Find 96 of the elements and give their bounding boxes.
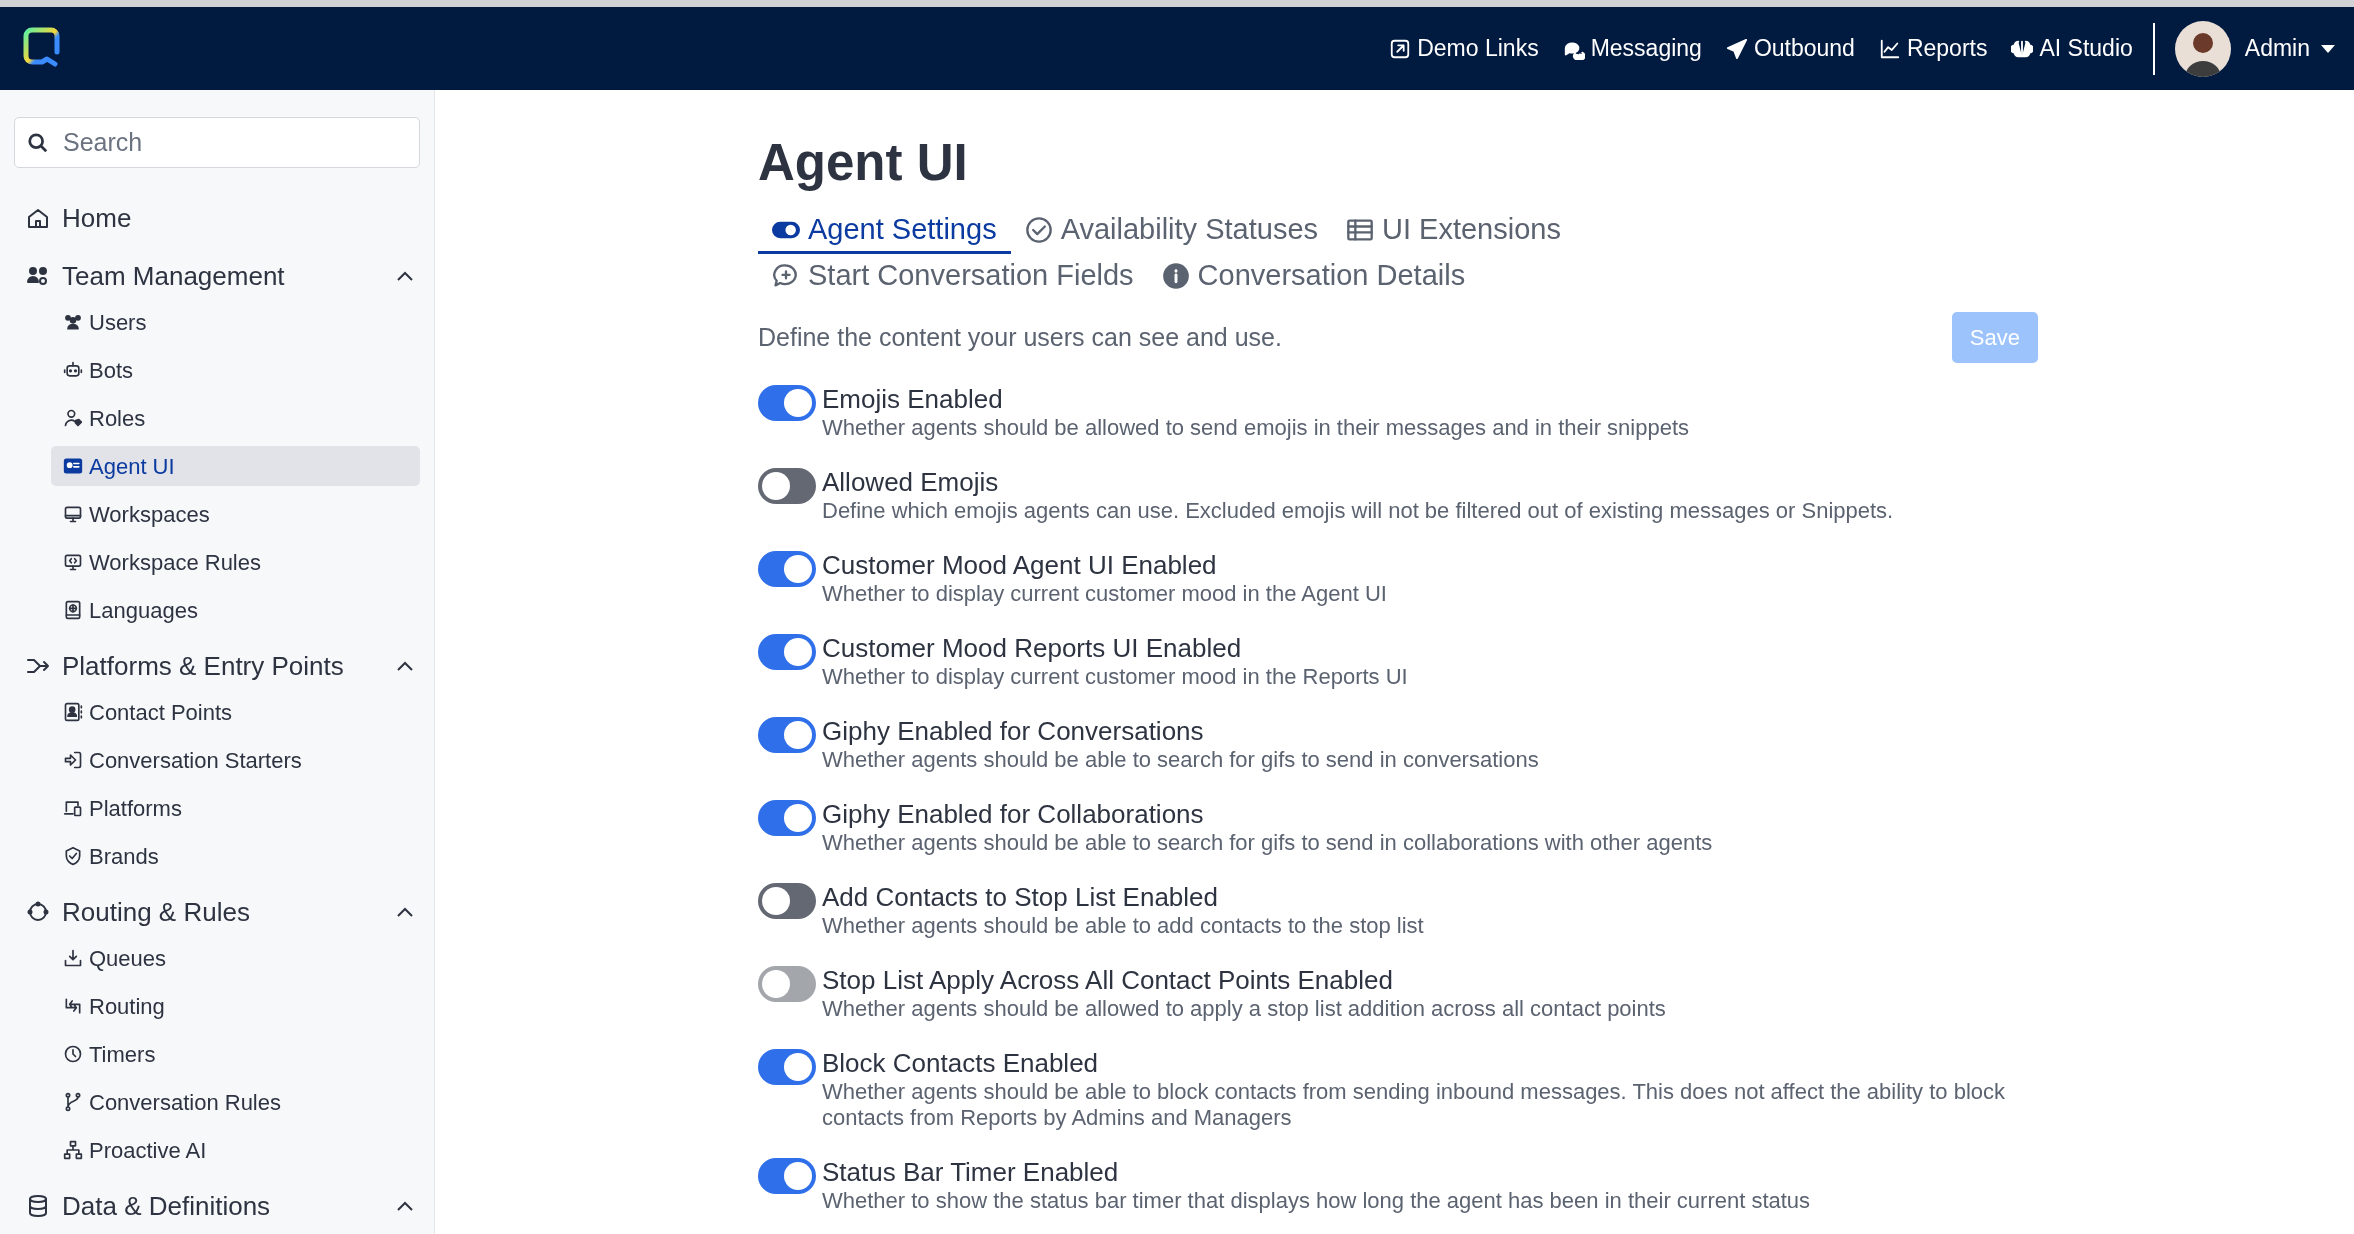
- setting-title: Giphy Enabled for Conversations: [822, 715, 1205, 747]
- toggle-switch[interactable]: [758, 551, 816, 587]
- sidebar-item[interactable]: Bots: [51, 350, 420, 390]
- toggle-switch[interactable]: [758, 717, 816, 753]
- toggle-switch[interactable]: [758, 468, 816, 504]
- tab[interactable]: Start Conversation Fields: [758, 254, 1148, 300]
- setting-title: Customer Mood Reports UI Enabled: [822, 632, 1243, 664]
- section-label: Routing & Rules: [62, 895, 251, 929]
- section-label: Platforms & Entry Points: [62, 649, 345, 683]
- sidebar-item[interactable]: Workspace Rules: [51, 542, 420, 582]
- contact-book-icon: [63, 702, 83, 722]
- sidebar-item[interactable]: Proactive AI: [51, 1130, 420, 1170]
- sidebar-section[interactable]: Team Management: [14, 256, 420, 296]
- page-title: Agent UI: [758, 133, 969, 193]
- setting-description: Whether to show the status bar timer that displays how long the agent has been in their current status: [822, 1188, 1811, 1214]
- sidebar-item[interactable]: Timers: [51, 1034, 420, 1074]
- tab[interactable]: UI Extensions: [1332, 208, 1575, 254]
- sidebar-section[interactable]: Data & Definitions: [14, 1186, 420, 1226]
- sidebar-item[interactable]: Conversation Rules: [51, 1082, 420, 1122]
- section-label: Data & Definitions: [62, 1189, 272, 1223]
- tab[interactable]: Availability Statuses: [1010, 208, 1332, 254]
- nav-link[interactable]: AI Studio: [2011, 31, 2133, 66]
- nav-link[interactable]: Messaging: [1562, 31, 1702, 66]
- globe-book-icon: [63, 600, 83, 620]
- sidebar-section[interactable]: Platforms & Entry Points: [14, 646, 420, 686]
- user-menu-button[interactable]: Admin: [2244, 31, 2336, 66]
- caret-icon: [2320, 43, 2336, 54]
- id-card-icon: [63, 456, 83, 476]
- nav-link[interactable]: Demo Links: [1389, 31, 1539, 66]
- sidebar-section[interactable]: Home: [14, 198, 420, 238]
- setting-description: Define which emojis agents can use. Excluded emojis will not be filtered out of existing messages or Snippets.: [822, 498, 1894, 524]
- user-tag-icon: [63, 408, 83, 428]
- tab[interactable]: Conversation Details: [1147, 254, 1480, 300]
- sitemap-icon: [63, 1140, 83, 1160]
- inbox-download-icon: [63, 948, 83, 968]
- setting-description: Whether agents should be able to add contacts to the stop list: [822, 913, 1424, 939]
- chat-plus-icon: [772, 261, 800, 290]
- sign-in-icon: [63, 750, 83, 770]
- setting-description: Whether agents should be allowed to apply a stop list addition across all contact points: [822, 996, 1666, 1022]
- setting-title: Giphy Enabled for Collaborations: [822, 798, 1205, 830]
- sidebar-item[interactable]: Conversation Starters: [51, 740, 420, 780]
- info-icon: [1161, 261, 1190, 290]
- sidebar-item[interactable]: Contact Points: [51, 692, 420, 732]
- nav-link[interactable]: Reports: [1878, 31, 1988, 66]
- setting-description: Whether agents should be able to block contacts from sending inbound messages. This does not affect the ability to block contacts from Reports by Admins and Managers: [822, 1079, 2006, 1131]
- setting-title: Status Bar Timer Enabled: [822, 1156, 1120, 1188]
- git-branch-icon: [63, 1092, 83, 1112]
- sidebar-item[interactable]: Platforms: [51, 788, 420, 828]
- monitor-icon: [63, 504, 83, 524]
- monitor-code-icon: [63, 552, 83, 572]
- sidebar-item[interactable]: Users: [51, 302, 420, 342]
- sidebar-item[interactable]: Queues: [51, 938, 420, 978]
- setting-title: Stop List Apply Across All Contact Points Enabled: [822, 964, 1394, 996]
- database-icon: [26, 1194, 50, 1218]
- setting-title: Emojis Enabled: [822, 383, 1004, 415]
- section-label: Home: [62, 201, 133, 235]
- robot-icon: [63, 360, 83, 380]
- repeat-arrows-icon: [63, 996, 83, 1016]
- toggle-switch[interactable]: [758, 634, 816, 670]
- sidebar-section[interactable]: Routing & Rules: [14, 892, 420, 932]
- tab[interactable]: Agent Settings: [758, 208, 1011, 254]
- home-icon: [26, 206, 50, 230]
- clock-icon: [63, 1044, 83, 1064]
- users-icon: [63, 312, 83, 332]
- toggle-switch[interactable]: [758, 385, 816, 421]
- setting-title: Block Contacts Enabled: [822, 1047, 1100, 1079]
- sidebar-item[interactable]: Agent UI: [51, 446, 420, 486]
- check-circle-icon: [1024, 215, 1053, 244]
- setting-description: Whether to display current customer mood in the Agent UI: [822, 581, 1387, 607]
- setting-description: Whether agents should be able to search for gifs to send in collaborations with other agents: [822, 830, 1713, 856]
- shield-check-icon: [63, 846, 83, 866]
- toggle-switch[interactable]: [758, 883, 816, 919]
- search-field[interactable]: Search: [14, 117, 420, 168]
- line-chart-icon: [1878, 37, 1901, 60]
- sidebar-item[interactable]: Roles: [51, 398, 420, 438]
- nav-link[interactable]: Outbound: [1725, 31, 1855, 66]
- search-icon: [27, 132, 49, 154]
- external-link-icon: [1389, 37, 1412, 60]
- section-label: Team Management: [62, 259, 286, 293]
- toggle-switch[interactable]: [758, 1158, 816, 1194]
- devices-icon: [63, 798, 83, 818]
- toggle-switch[interactable]: [758, 800, 816, 836]
- setting-description: Whether agents should be able to search for gifs to send in conversations: [822, 747, 1539, 773]
- sidebar-item[interactable]: Routing: [51, 986, 420, 1026]
- toggle-switch[interactable]: [758, 1049, 816, 1085]
- sidebar-item[interactable]: Brands: [51, 836, 420, 876]
- setting-title: Allowed Emojis: [822, 466, 1000, 498]
- sidebar-item[interactable]: Workspaces: [51, 494, 420, 534]
- sidebar-item[interactable]: Languages: [51, 590, 420, 630]
- setting-description: Whether agents should be allowed to send emojis in their messages and in their snippets: [822, 415, 1690, 441]
- circle-nodes-icon: [26, 900, 50, 924]
- page-description: Define the content your users can see and use.: [758, 321, 1282, 353]
- setting-description: Whether to display current customer mood in the Reports UI: [822, 664, 1408, 690]
- paper-plane-icon: [1725, 37, 1748, 60]
- setting-title: Customer Mood Agent UI Enabled: [822, 549, 1218, 581]
- setting-title: Add Contacts to Stop List Enabled: [822, 881, 1220, 913]
